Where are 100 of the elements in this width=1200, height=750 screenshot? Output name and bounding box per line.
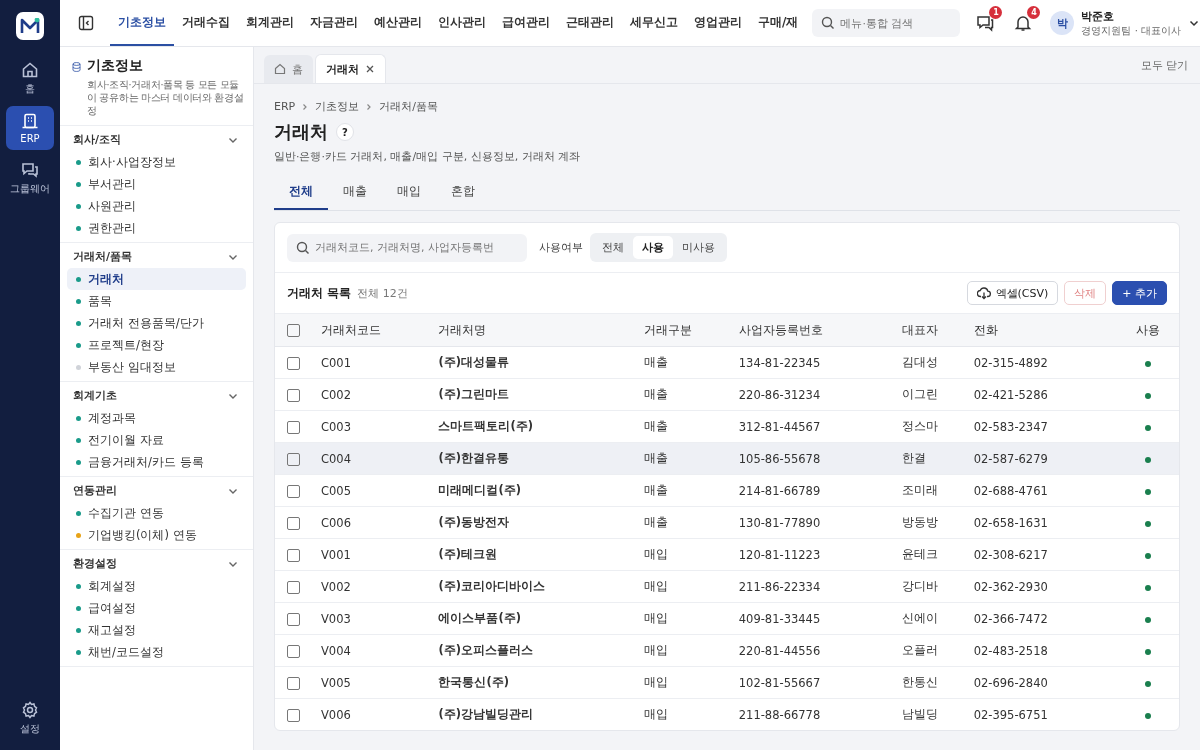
nav-tab[interactable]: 급여관리 bbox=[494, 0, 558, 46]
nav-tab[interactable]: 회계관리 bbox=[238, 0, 302, 46]
sidebar-item[interactable]: 프로젝트/현장 bbox=[67, 334, 246, 356]
table-row[interactable]: C003 스마트팩토리(주) 매출 312-81-44567 정스마 02-583-2347 bbox=[275, 410, 1179, 443]
row-checkbox[interactable] bbox=[287, 708, 300, 722]
row-checkbox[interactable] bbox=[287, 516, 300, 530]
nav-tab[interactable]: 영업관리 bbox=[686, 0, 750, 46]
sidebar-item[interactable]: 재고설정 bbox=[67, 619, 246, 641]
sidebar-item[interactable]: 품목 bbox=[67, 290, 246, 312]
table-row[interactable]: C001 (주)대성물류 매출 134-81-22345 김대성 02-315-4892 bbox=[275, 346, 1179, 379]
row-checkbox[interactable] bbox=[287, 452, 300, 466]
sidebar-item[interactable]: 권한관리 bbox=[67, 217, 246, 239]
sidebar-item[interactable]: 거래처 전용품목/단가 bbox=[67, 312, 246, 334]
table-row[interactable]: C006 (주)동방전자 매출 130-81-77890 방동방 02-658-1631 bbox=[275, 506, 1179, 539]
column-header: 전화 bbox=[972, 314, 1117, 347]
segment-option[interactable]: 전체 bbox=[593, 236, 633, 259]
table-row[interactable]: V001 (주)테크원 매입 120-81-11223 윤테크 02-308-6217 bbox=[275, 538, 1179, 571]
table-cell: 214-81-66789 bbox=[737, 474, 901, 507]
rail-item[interactable]: 홈 bbox=[6, 56, 54, 100]
search-field[interactable]: 메뉴·통합 검색 bbox=[812, 9, 961, 37]
close-all-link[interactable]: 모두 닫기 bbox=[1140, 57, 1188, 73]
export-button[interactable]: 엑셀(CSV) bbox=[966, 281, 1059, 305]
table-row[interactable]: V004 (주)오피스플러스 매입 220-81-44556 오플러 02-483-2518 bbox=[275, 634, 1179, 667]
breadcrumb-item[interactable]: ERP bbox=[274, 100, 296, 113]
row-checkbox[interactable] bbox=[287, 420, 300, 434]
row-checkbox[interactable] bbox=[287, 676, 300, 690]
sidebar-item[interactable]: 회사·사업장정보 bbox=[67, 151, 246, 173]
sidebar-item[interactable]: 회계설정 bbox=[67, 575, 246, 597]
nav-tab[interactable]: 근태관리 bbox=[558, 0, 622, 46]
sidebar-item[interactable]: 부서관리 bbox=[67, 173, 246, 195]
table-cell: 02-688-4761 bbox=[972, 474, 1117, 507]
table-cell: 105-86-55678 bbox=[737, 442, 901, 475]
menu-group-header[interactable]: 회사/조직 bbox=[60, 126, 253, 151]
filter-tab[interactable]: 전체 bbox=[274, 176, 328, 210]
user-avatar[interactable]: 박 bbox=[1050, 11, 1075, 35]
table-cell: V006 bbox=[320, 698, 438, 730]
page-tab[interactable]: 거래처 bbox=[315, 54, 386, 83]
table-row[interactable]: V006 (주)강남빌딩관리 매입 211-88-66778 남빌딩 02-395-6751 bbox=[275, 698, 1179, 730]
sidebar-item[interactable]: 기업뱅킹(이체) 연동 bbox=[67, 524, 246, 546]
table-row[interactable]: V002 (주)코리아디바이스 매입 211-86-22334 강디바 02-362-2930 bbox=[275, 570, 1179, 603]
nav-tab[interactable]: 구매/재 bbox=[750, 0, 807, 46]
select-all-checkbox[interactable] bbox=[287, 324, 300, 337]
sidebar-item[interactable]: 부동산 임대정보 bbox=[67, 356, 246, 378]
sidebar-item[interactable]: 채번/코드설정 bbox=[67, 641, 246, 663]
column-header: 사업자등록번호 bbox=[737, 314, 901, 347]
sidebar-item[interactable]: 수집기관 연동 bbox=[67, 502, 246, 524]
row-checkbox[interactable] bbox=[287, 484, 300, 498]
sidebar-toggle-icon[interactable] bbox=[78, 15, 94, 31]
settings-button[interactable]: 설정 bbox=[6, 696, 54, 740]
close-icon[interactable] bbox=[365, 64, 375, 74]
table-cell: 120-81-11223 bbox=[737, 538, 901, 571]
row-checkbox[interactable] bbox=[287, 644, 300, 658]
filter-tab[interactable]: 매입 bbox=[382, 176, 436, 210]
sidebar-item[interactable]: 금융거래처/카드 등록 bbox=[67, 451, 246, 473]
menu-group-header[interactable]: 환경설정 bbox=[60, 550, 253, 575]
filter-tab[interactable]: 혼합 bbox=[436, 176, 490, 210]
table-cell: 220-86-31234 bbox=[737, 378, 901, 411]
table-cell: 조미래 bbox=[900, 474, 973, 507]
table-row[interactable]: V003 에이스부품(주) 매입 409-81-33445 신에이 02-366-7472 bbox=[275, 602, 1179, 635]
table-row[interactable]: C002 (주)그린마트 매출 220-86-31234 이그린 02-421-5286 bbox=[275, 378, 1179, 411]
search-field[interactable]: 거래처코드, 거래처명, 사업자등록번 bbox=[287, 233, 527, 262]
table-cell: V005 bbox=[320, 666, 438, 699]
sidebar-item[interactable]: 계정과목 bbox=[67, 407, 246, 429]
nav-tab[interactable]: 자금관리 bbox=[302, 0, 366, 46]
breadcrumb-item[interactable]: 기초정보 bbox=[315, 99, 360, 114]
segment-option[interactable]: 미사용 bbox=[673, 236, 724, 259]
rail-item[interactable]: ERP bbox=[6, 106, 54, 150]
filter-label: 사용여부 bbox=[539, 240, 583, 255]
page-tab[interactable]: 홈 bbox=[264, 55, 313, 83]
table-row[interactable]: C004 (주)한결유통 매출 105-86-55678 한결 02-587-6279 bbox=[275, 442, 1179, 475]
sidebar-item[interactable]: 거래처 bbox=[67, 268, 246, 290]
filter-tab[interactable]: 매출 bbox=[328, 176, 382, 210]
app-logo[interactable] bbox=[16, 12, 44, 40]
add-button[interactable]: + 추가 bbox=[1112, 281, 1167, 305]
row-checkbox[interactable] bbox=[287, 548, 300, 562]
table-row[interactable]: C005 미래메디컬(주) 매출 214-81-66789 조미래 02-688-4761 bbox=[275, 474, 1179, 507]
table-cell: (주)코리아디바이스 bbox=[437, 570, 644, 603]
sidebar-item[interactable]: 전기이월 자료 bbox=[67, 429, 246, 451]
table-row[interactable]: V005 한국통신(주) 매입 102-81-55667 한통신 02-696-2840 bbox=[275, 666, 1179, 699]
menu-group-header[interactable]: 연동관리 bbox=[60, 477, 253, 502]
row-checkbox[interactable] bbox=[287, 612, 300, 626]
table-cell: 02-483-2518 bbox=[972, 634, 1117, 667]
help-button[interactable]: ? bbox=[336, 123, 354, 141]
segment-option[interactable]: 사용 bbox=[633, 236, 673, 259]
table-cell: 매입 bbox=[643, 602, 738, 635]
row-checkbox[interactable] bbox=[287, 580, 300, 594]
nav-tab[interactable]: 예산관리 bbox=[366, 0, 430, 46]
table-cell: 102-81-55667 bbox=[737, 666, 901, 699]
rail-item[interactable]: 그룹웨어 bbox=[6, 156, 54, 200]
nav-tab[interactable]: 인사관리 bbox=[430, 0, 494, 46]
table-cell: C006 bbox=[320, 506, 438, 539]
menu-group-header[interactable]: 거래처/품목 bbox=[60, 243, 253, 268]
nav-tab[interactable]: 거래수집 bbox=[174, 0, 238, 46]
row-checkbox[interactable] bbox=[287, 356, 300, 370]
breadcrumb-item[interactable]: 거래처/품목 bbox=[379, 99, 438, 114]
sidebar-item[interactable]: 급여설정 bbox=[67, 597, 246, 619]
sidebar-item[interactable]: 사원관리 bbox=[67, 195, 246, 217]
row-checkbox[interactable] bbox=[287, 388, 300, 402]
menu-group-header[interactable]: 회계기초 bbox=[60, 382, 253, 407]
nav-tab[interactable]: 세무신고 bbox=[622, 0, 686, 46]
